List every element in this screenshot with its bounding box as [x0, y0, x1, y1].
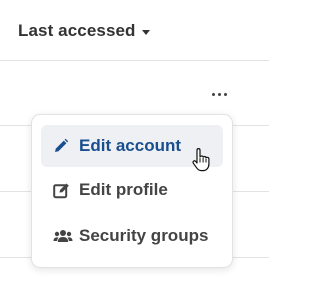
row-actions-button[interactable]	[207, 86, 231, 102]
more-horizontal-icon	[211, 92, 215, 96]
menu-item-label: Edit account	[79, 136, 182, 155]
more-dot	[217, 92, 221, 96]
menu-item-label: Edit profile	[79, 180, 168, 199]
table-header: Last accessed	[0, 0, 269, 61]
caret-down-icon	[141, 29, 150, 35]
row-actions-menu: Edit account Edit profile Security group…	[31, 114, 233, 268]
column-header-label: Last accessed	[18, 21, 136, 40]
more-dot	[223, 92, 227, 96]
edit-square-icon	[53, 181, 75, 199]
accounts-table-region: Last accessed Edit account Edit profile …	[0, 0, 269, 285]
menu-item-label: Security groups	[79, 226, 209, 245]
sort-last-accessed-button[interactable]: Last accessed	[18, 21, 150, 41]
menu-item-security-groups[interactable]: Security groups	[41, 215, 223, 257]
users-icon	[53, 227, 75, 245]
pencil-icon	[53, 137, 75, 155]
hand-pointer-icon	[192, 148, 210, 172]
menu-item-edit-profile[interactable]: Edit profile	[41, 169, 223, 211]
